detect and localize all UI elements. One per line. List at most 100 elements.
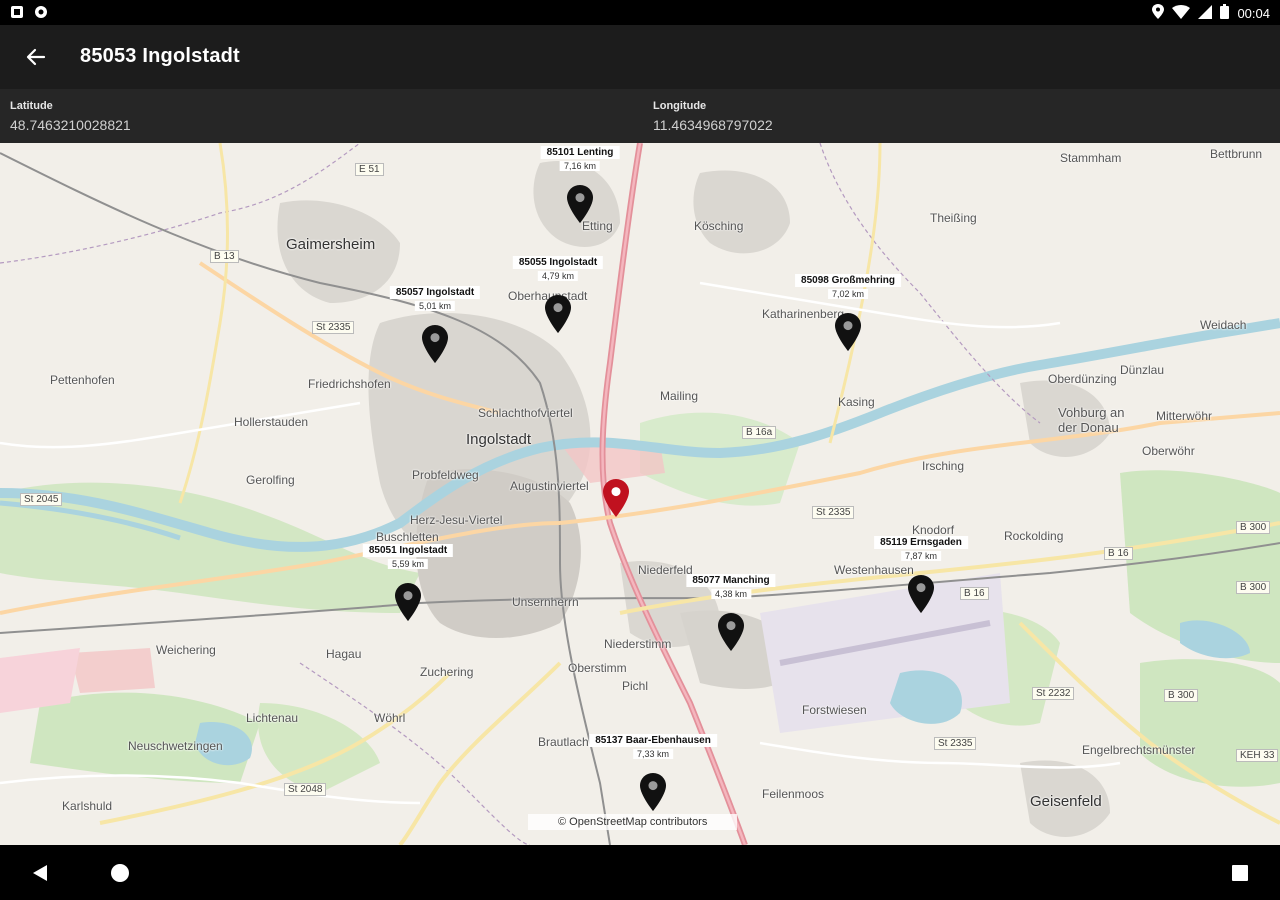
place-label: Mitterwöhr: [1156, 409, 1213, 423]
place-label: Pichl: [622, 679, 649, 693]
marker-name: 85057 Ingolstadt: [389, 286, 481, 299]
square-recents-icon: [1232, 865, 1248, 881]
sync-icon: [34, 5, 48, 24]
road-shield: B 16: [960, 587, 989, 600]
place-label: Unsernherrn: [512, 595, 579, 609]
place-label: Feilenmoos: [762, 787, 825, 801]
marker-name: 85137 Baar-Ebenhausen: [589, 734, 717, 747]
road-shield: B 13: [210, 250, 239, 263]
place-label: Oberdünzing: [1048, 372, 1117, 386]
marker-name: 85101 Lenting: [540, 146, 620, 159]
place-label: Augustinviertel: [510, 479, 589, 493]
road-shield: B 300: [1164, 689, 1199, 702]
marker-label: 85077 Manching 4,38 km: [686, 570, 776, 599]
place-label: Herz-Jesu-Viertel: [410, 513, 503, 527]
marker-name: 85119 Ernsgaden: [874, 536, 968, 549]
road-shield: B 16: [1104, 547, 1133, 560]
place-label: Westenhausen: [834, 563, 914, 577]
road-shield: B 16a: [742, 426, 777, 439]
location-icon: [1152, 4, 1165, 22]
arrow-left-icon: [20, 48, 52, 76]
marker-label: 85057 Ingolstadt 5,01 km: [389, 282, 481, 311]
marker-distance: 5,59 km: [387, 559, 429, 569]
place-label: Irsching: [922, 459, 965, 473]
place-label: Ingolstadt: [466, 431, 532, 448]
place-label: Brautlach: [538, 735, 589, 749]
latitude-label: Latitude: [10, 100, 53, 112]
place-label: Forstwiesen: [802, 703, 867, 717]
place-label: Oberwöhr: [1142, 444, 1195, 458]
coordinates-panel: Latitude 48.7463210028821 Longitude 11.4…: [0, 89, 1280, 143]
marker-distance: 7,16 km: [559, 161, 601, 171]
black-pin-icon[interactable]: [395, 583, 421, 621]
back-button[interactable]: [20, 42, 52, 72]
place-label: Kasing: [838, 395, 875, 409]
notification-icon: [10, 5, 24, 24]
road-shield: B 300: [1236, 581, 1271, 594]
longitude-label: Longitude: [653, 100, 707, 112]
place-label: Probfeldweg: [412, 468, 479, 482]
place-label: Friedrichshofen: [308, 377, 391, 391]
latitude-block: Latitude 48.7463210028821: [10, 100, 131, 133]
battery-icon: [1220, 4, 1230, 22]
marker-distance: 7,87 km: [900, 551, 941, 561]
place-label: Weichering: [156, 643, 216, 657]
place-label: Rockolding: [1004, 529, 1064, 543]
map-attribution[interactable]: © OpenStreetMap contributors: [528, 814, 738, 830]
nav-home-button[interactable]: [110, 863, 130, 888]
map-view[interactable]: Ingolstadt Gaimersheim Etting Friedrichs…: [0, 143, 1280, 845]
nav-back-button[interactable]: [30, 863, 50, 888]
black-pin-icon[interactable]: [422, 325, 448, 363]
road-shield: St 2335: [934, 737, 977, 750]
black-pin-icon[interactable]: [567, 185, 593, 223]
place-label: Kösching: [694, 219, 744, 233]
marker-label: 85119 Ernsgaden 7,87 km: [874, 532, 968, 561]
place-label: Weidach: [1200, 318, 1247, 332]
road-shield: St 2048: [284, 783, 327, 796]
place-label: Hollerstauden: [234, 415, 309, 429]
black-pin-icon[interactable]: [640, 773, 666, 811]
status-bar: 00:04: [0, 0, 1280, 25]
black-pin-icon[interactable]: [908, 575, 934, 613]
road-shield: St 2335: [812, 506, 855, 519]
clock: 00:04: [1237, 5, 1270, 21]
place-label: Wöhrl: [374, 711, 406, 725]
place-label: Pettenhofen: [50, 373, 115, 387]
marker-name: 85077 Manching: [686, 574, 776, 587]
navigation-bar: [0, 845, 1280, 900]
black-pin-icon[interactable]: [718, 613, 744, 651]
road-shield: St 2232: [1032, 687, 1075, 700]
place-label: Katharinenberg: [762, 307, 845, 321]
marker-distance: 4,79 km: [537, 271, 579, 281]
longitude-block: Longitude 11.4634968797022: [653, 100, 773, 133]
page-title: 85053 Ingolstadt: [80, 45, 240, 67]
place-label: Stammham: [1060, 151, 1122, 165]
marker-label: 85055 Ingolstadt 4,79 km: [512, 252, 604, 281]
red-pin-icon[interactable]: [603, 479, 629, 517]
place-label: Niederstimm: [604, 637, 672, 651]
black-pin-icon[interactable]: [545, 295, 571, 333]
place-label: Oberstimm: [568, 661, 627, 675]
place-label: Gerolfing: [246, 473, 295, 487]
nav-recents-button[interactable]: [1231, 864, 1249, 887]
place-label: Schlachthofviertel: [478, 406, 573, 420]
road-shield: B 300: [1236, 521, 1271, 534]
marker-name: 85055 Ingolstadt: [512, 256, 604, 269]
marker-label: 85098 Großmehring 7,02 km: [795, 270, 901, 299]
marker-name: 85051 Ingolstadt: [362, 544, 454, 557]
black-pin-icon[interactable]: [835, 313, 861, 351]
latitude-value: 48.7463210028821: [10, 117, 131, 133]
place-label: Gaimersheim: [286, 236, 376, 253]
longitude-value: 11.4634968797022: [653, 117, 773, 133]
road-shield: St 2335: [312, 321, 355, 334]
road-shield: E 51: [355, 163, 384, 176]
place-label: Dünzlau: [1120, 363, 1165, 377]
marker-label: 85051 Ingolstadt 5,59 km: [362, 540, 454, 569]
place-label: Hagau: [326, 647, 362, 661]
marker-label: 85137 Baar-Ebenhausen 7,33 km: [589, 730, 717, 759]
marker-distance: 7,33 km: [632, 749, 673, 759]
marker-distance: 4,38 km: [710, 589, 752, 599]
place-label: Vohburg an der Donau: [1058, 405, 1125, 435]
place-label: Zuchering: [420, 665, 474, 679]
road-shield: St 2045: [20, 493, 63, 506]
